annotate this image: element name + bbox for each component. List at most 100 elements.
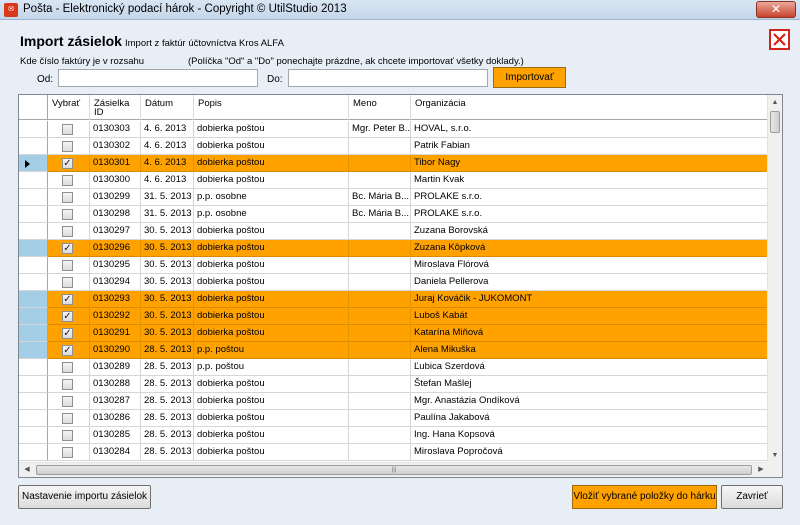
- cell-popis[interactable]: p.p. osobne: [194, 189, 349, 206]
- cell-datum[interactable]: 28. 5. 2013: [141, 444, 194, 461]
- cell-zasielka-id[interactable]: 0130286: [90, 410, 141, 427]
- row-header[interactable]: [19, 189, 48, 206]
- table-row[interactable]: 0130302 4. 6. 2013 dobierka poštou Patrik F…: [19, 138, 769, 155]
- row-header[interactable]: [19, 206, 48, 223]
- select-checkbox[interactable]: [62, 447, 73, 458]
- row-header[interactable]: [19, 138, 48, 155]
- row-header[interactable]: [19, 121, 48, 138]
- cell-meno[interactable]: [349, 308, 411, 325]
- table-row[interactable]: 0130289 28. 5. 2013 p.p. poštou Ľubica Szer…: [19, 359, 769, 376]
- cell-meno[interactable]: [349, 172, 411, 189]
- cell-zasielka-id[interactable]: 0130298: [90, 206, 141, 223]
- cell-meno[interactable]: [349, 223, 411, 240]
- select-checkbox[interactable]: [62, 362, 73, 373]
- import-button[interactable]: Importovať: [493, 67, 566, 88]
- cell-datum[interactable]: 4. 6. 2013: [141, 121, 194, 138]
- row-header[interactable]: [19, 376, 48, 393]
- cell-popis[interactable]: dobierka poštou: [194, 376, 349, 393]
- cell-popis[interactable]: dobierka poštou: [194, 155, 349, 172]
- cell-zasielka-id[interactable]: 0130297: [90, 223, 141, 240]
- cell-datum[interactable]: 31. 5. 2013: [141, 189, 194, 206]
- cell-meno[interactable]: Mgr. Peter B...: [349, 121, 411, 138]
- cell-zasielka-id[interactable]: 0130303: [90, 121, 141, 138]
- import-settings-button[interactable]: Nastavenie importu zásielok: [18, 485, 151, 509]
- select-checkbox[interactable]: [62, 141, 73, 152]
- table-row[interactable]: 0130294 30. 5. 2013 dobierka poštou Daniela…: [19, 274, 769, 291]
- cell-organizacia[interactable]: Zuzana Kôpková: [411, 240, 769, 257]
- cell-datum[interactable]: 30. 5. 2013: [141, 257, 194, 274]
- cell-organizacia[interactable]: Tibor Nagy: [411, 155, 769, 172]
- cell-zasielka-id[interactable]: 0130302: [90, 138, 141, 155]
- cell-organizacia[interactable]: Juraj Kováčik - JUKOMONT: [411, 291, 769, 308]
- table-row[interactable]: ✓ 0130301 4. 6. 2013 dobierka poštou Tibor N…: [19, 155, 769, 172]
- row-header[interactable]: [19, 410, 48, 427]
- col-header-meno[interactable]: Meno: [349, 95, 411, 120]
- table-row[interactable]: ✓ 0130293 30. 5. 2013 dobierka poštou Juraj …: [19, 291, 769, 308]
- select-checkbox[interactable]: [62, 277, 73, 288]
- row-header[interactable]: [19, 308, 48, 325]
- window-close-button[interactable]: ✕: [756, 1, 796, 18]
- row-header[interactable]: [19, 257, 48, 274]
- cell-organizacia[interactable]: Katarína Miňová: [411, 325, 769, 342]
- cell-organizacia[interactable]: Patrik Fabian: [411, 138, 769, 155]
- cell-popis[interactable]: dobierka poštou: [194, 257, 349, 274]
- table-row[interactable]: 0130303 4. 6. 2013 dobierka poštou Mgr. Pet…: [19, 121, 769, 138]
- table-row[interactable]: 0130284 28. 5. 2013 dobierka poštou Mirosla…: [19, 444, 769, 461]
- table-row[interactable]: 0130299 31. 5. 2013 p.p. osobne Bc. Mária B…: [19, 189, 769, 206]
- cell-datum[interactable]: 28. 5. 2013: [141, 393, 194, 410]
- table-row[interactable]: 0130295 30. 5. 2013 dobierka poštou Mirosla…: [19, 257, 769, 274]
- vertical-scroll-thumb[interactable]: [770, 111, 780, 133]
- col-header-popis[interactable]: Popis: [194, 95, 349, 120]
- cell-popis[interactable]: p.p. poštou: [194, 342, 349, 359]
- cell-zasielka-id[interactable]: 0130300: [90, 172, 141, 189]
- table-row[interactable]: 0130300 4. 6. 2013 dobierka poštou Martin K…: [19, 172, 769, 189]
- select-checkbox[interactable]: [62, 226, 73, 237]
- cell-popis[interactable]: dobierka poštou: [194, 393, 349, 410]
- select-checkbox[interactable]: ✓: [62, 328, 73, 339]
- cell-organizacia[interactable]: Miroslava Flórová: [411, 257, 769, 274]
- cell-popis[interactable]: dobierka poštou: [194, 410, 349, 427]
- cell-popis[interactable]: p.p. osobne: [194, 206, 349, 223]
- row-header[interactable]: [19, 172, 48, 189]
- row-header[interactable]: [19, 359, 48, 376]
- cell-organizacia[interactable]: Štefan Mašlej: [411, 376, 769, 393]
- cell-meno[interactable]: [349, 444, 411, 461]
- vertical-scrollbar[interactable]: ▲ ▼: [767, 95, 782, 464]
- do-input[interactable]: [288, 69, 488, 87]
- shipments-grid[interactable]: Vybrať Zásielka ID Dátum Popis Meno Orga…: [18, 94, 783, 478]
- row-header[interactable]: [19, 325, 48, 342]
- cell-zasielka-id[interactable]: 0130293: [90, 291, 141, 308]
- cell-zasielka-id[interactable]: 0130299: [90, 189, 141, 206]
- select-checkbox[interactable]: ✓: [62, 294, 73, 305]
- row-header[interactable]: [19, 240, 48, 257]
- cell-organizacia[interactable]: Martin Kvak: [411, 172, 769, 189]
- cell-zasielka-id[interactable]: 0130295: [90, 257, 141, 274]
- table-row[interactable]: 0130288 28. 5. 2013 dobierka poštou Štefan …: [19, 376, 769, 393]
- cell-datum[interactable]: 28. 5. 2013: [141, 376, 194, 393]
- cell-datum[interactable]: 28. 5. 2013: [141, 342, 194, 359]
- table-row[interactable]: ✓ 0130292 30. 5. 2013 dobierka poštou Luboš …: [19, 308, 769, 325]
- cell-organizacia[interactable]: HOVAL, s.r.o.: [411, 121, 769, 138]
- cell-organizacia[interactable]: Mgr. Anastázia Ondíková: [411, 393, 769, 410]
- cell-datum[interactable]: 31. 5. 2013: [141, 206, 194, 223]
- select-checkbox[interactable]: [62, 430, 73, 441]
- select-checkbox[interactable]: ✓: [62, 243, 73, 254]
- table-row[interactable]: 0130297 30. 5. 2013 dobierka poštou Zuzana …: [19, 223, 769, 240]
- cell-meno[interactable]: [349, 138, 411, 155]
- table-row[interactable]: 0130287 28. 5. 2013 dobierka poštou Mgr. An…: [19, 393, 769, 410]
- select-checkbox[interactable]: ✓: [62, 311, 73, 322]
- table-row[interactable]: ✓ 0130291 30. 5. 2013 dobierka poštou Katarí…: [19, 325, 769, 342]
- cell-popis[interactable]: dobierka poštou: [194, 427, 349, 444]
- col-header-vybrat[interactable]: Vybrať: [48, 95, 90, 120]
- cell-popis[interactable]: dobierka poštou: [194, 291, 349, 308]
- select-checkbox[interactable]: ✓: [62, 345, 73, 356]
- cell-zasielka-id[interactable]: 0130284: [90, 444, 141, 461]
- row-header[interactable]: [19, 427, 48, 444]
- close-icon[interactable]: [769, 29, 790, 50]
- cell-datum[interactable]: 28. 5. 2013: [141, 359, 194, 376]
- cell-organizacia[interactable]: PROLAKE s.r.o.: [411, 206, 769, 223]
- cell-datum[interactable]: 28. 5. 2013: [141, 410, 194, 427]
- row-header[interactable]: [19, 291, 48, 308]
- select-checkbox[interactable]: [62, 396, 73, 407]
- cell-meno[interactable]: [349, 155, 411, 172]
